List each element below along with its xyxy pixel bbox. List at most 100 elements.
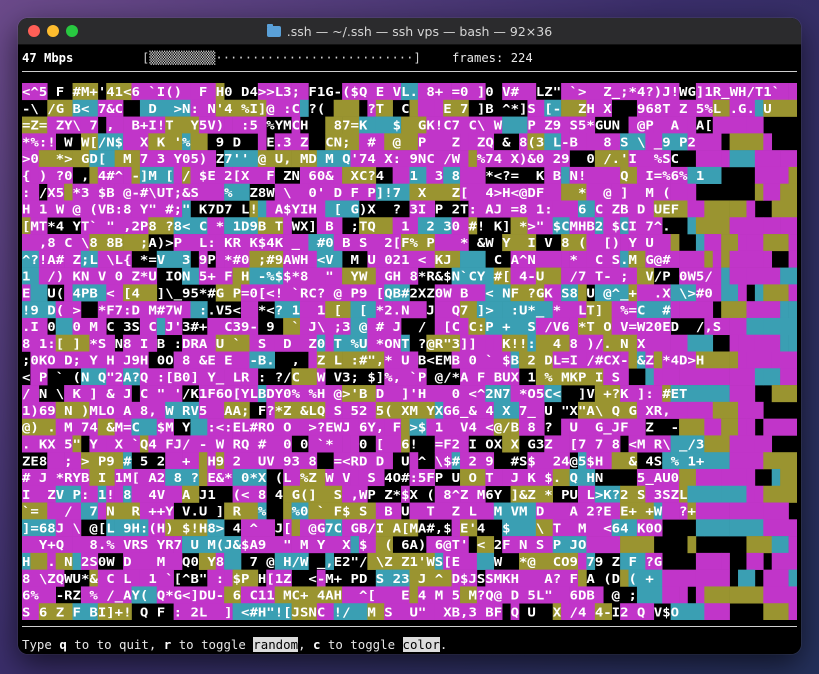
matrix-cell-bg bbox=[746, 317, 764, 336]
matrix-cell-bg bbox=[687, 485, 722, 503]
random-text: to toggle bbox=[171, 636, 254, 652]
matrix-row: ^?!A# Z;L \L{ *=V 3 9P *#0 ;#9AWH <V M U… bbox=[22, 253, 672, 267]
matrix-cell-bg bbox=[771, 552, 797, 570]
matrix-cell-bg bbox=[695, 234, 705, 252]
matrix-row: { ) ?0 , 4#^ -]M [ / $E 2[X F ZN 60& XC?… bbox=[22, 169, 704, 183]
matrix-row: 1 /) KN V 0 Z*U ION 5+ F H -%$$*8 " YW G… bbox=[22, 270, 713, 284]
matrix-cell-bg bbox=[729, 502, 764, 520]
matrix-cell-bg bbox=[738, 284, 747, 302]
matrix-cell-bg bbox=[729, 250, 764, 268]
matrix-cell-bg bbox=[721, 485, 747, 503]
matrix-cell-bg bbox=[763, 502, 789, 520]
matrix-cell-bg bbox=[746, 552, 764, 570]
help-mid: , bbox=[298, 636, 313, 652]
matrix-row: < P ` (N Q"2A?Q :[B0] Y_ LR : ?/C W V3; … bbox=[22, 370, 620, 385]
matrix-cell-bg bbox=[754, 183, 764, 201]
matrix-cell-bg bbox=[729, 150, 756, 168]
matrix-row: <^5 F #M+'41<6 `I() F H0 D4>>L3; F1G-($Q… bbox=[22, 85, 780, 100]
matrix-cell-bg bbox=[788, 334, 797, 352]
color-key: c bbox=[312, 636, 321, 652]
help-prefix: Type bbox=[22, 636, 60, 652]
matrix-cell-bg bbox=[704, 586, 730, 604]
matrix-cell-bg bbox=[738, 234, 747, 252]
matrix-cell-bg bbox=[746, 351, 773, 369]
matrix-cell-bg bbox=[729, 351, 739, 369]
matrix-cell-bg bbox=[721, 552, 730, 570]
matrix-cell-bg bbox=[687, 200, 705, 218]
matrix-cell-bg bbox=[763, 418, 797, 436]
matrix-cell-bg bbox=[763, 183, 781, 201]
matrix-cell-bg bbox=[780, 334, 789, 352]
matrix-cell-bg bbox=[771, 536, 789, 554]
matrix-cell-bg bbox=[712, 401, 739, 419]
matrix-cell-bg bbox=[687, 334, 714, 352]
matrix-cell-bg bbox=[788, 569, 797, 587]
matrix-cell-bg bbox=[721, 284, 739, 302]
matrix-cell-bg bbox=[754, 284, 764, 302]
matrix-row: 6% -RZ % /_AY( Q*G<]DU- 6 C11 MC+ 4AH ^[… bbox=[22, 589, 637, 604]
character-matrix: <^5 F #M+'41<6 `I() F H0 D4>>L3; F1G-($Q… bbox=[22, 83, 797, 620]
matrix-row: # J *RYB I 1M[ A2 8 ? E&* 0*X (L %Z W V … bbox=[22, 471, 679, 486]
matrix-cell-bg bbox=[780, 468, 797, 487]
matrix-cell-bg bbox=[788, 166, 797, 184]
matrix-cell-bg bbox=[687, 536, 697, 554]
matrix-row: ]=68J \ @[L 9H:(H) $!H8> 4 ^ J[ @G7C GB/… bbox=[22, 521, 662, 535]
matrix-cell-bg bbox=[704, 250, 714, 268]
matrix-row: -\ /G B< 7&C D >N: N'4 %I]@ :C ?( ?T C E… bbox=[22, 102, 772, 116]
matrix-cell-bg bbox=[746, 485, 756, 503]
matrix-cell-bg bbox=[788, 250, 797, 268]
matrix-cell-bg bbox=[780, 368, 797, 386]
matrix-row: ,8 C \8 8B ;A)>P L: KR K$4K _ #0 B S 2[F… bbox=[22, 236, 654, 251]
matrix-cell-bg bbox=[704, 519, 730, 537]
matrix-row: H . N 2S0W D M Q0 Y8 7 @ H/W _,E2"/ \Z Z… bbox=[22, 555, 662, 570]
matrix-cell-bg bbox=[695, 468, 722, 487]
top-divider bbox=[22, 71, 797, 72]
matrix-cell-bg bbox=[763, 317, 797, 336]
matrix-cell-bg bbox=[729, 217, 764, 235]
matrix-cell-bg bbox=[729, 317, 747, 336]
terminal-window: .ssh — ~/.ssh — ssh vps — bash — 92×36 4… bbox=[18, 18, 801, 654]
matrix-row: *%:! W W[/N$ X K '% 9 D E.3 Z CN; # @ P … bbox=[22, 135, 696, 150]
matrix-cell-bg bbox=[788, 83, 797, 101]
matrix-cell-bg bbox=[746, 569, 756, 587]
matrix-row: @) . M 74 &M=C $M Y :<:EL#RO O >?EWJ 6Y,… bbox=[22, 421, 679, 436]
matrix-cell-bg bbox=[670, 183, 688, 201]
matrix-cell-bg bbox=[754, 435, 773, 453]
progress-bar: [▒▒▒▒▒▒▒▒▒···························] bbox=[142, 51, 421, 65]
matrix-cell-bg bbox=[788, 234, 797, 252]
matrix-cell-bg bbox=[687, 401, 714, 419]
matrix-cell-bg bbox=[695, 519, 705, 537]
matrix-cell-bg bbox=[679, 368, 705, 386]
matrix-cell-bg bbox=[754, 166, 789, 184]
matrix-row: S 6 Z F BI]+! Q F : 2L ] <#H"![JSNC !/ M… bbox=[22, 605, 679, 619]
matrix-cell-bg bbox=[721, 234, 739, 252]
matrix-row: =Z= ZY\ 7 , B+I!T Y5V) :5 %YMCH 87=K $ G… bbox=[22, 119, 713, 133]
matrix-cell-bg bbox=[746, 418, 756, 436]
status-bar: 47 Mbps [▒▒▒▒▒▒▒▒▒······················… bbox=[22, 49, 797, 67]
matrix-cell-bg bbox=[704, 200, 730, 218]
title-bar[interactable]: .ssh — ~/.ssh — ssh vps — bash — 92×36 bbox=[18, 18, 801, 45]
matrix-cell-bg bbox=[721, 301, 747, 319]
matrix-cell-bg bbox=[788, 536, 797, 554]
matrix-row: H 1 W @ (VB:8 Y" #;" K7D7 L! A$YIH [ G)X… bbox=[22, 203, 679, 217]
matrix-cell-bg bbox=[729, 334, 739, 352]
matrix-cell-bg bbox=[763, 284, 789, 302]
matrix-cell-bg bbox=[712, 116, 747, 134]
matrix-cell-bg bbox=[729, 519, 747, 537]
matrix-cell-bg bbox=[754, 485, 764, 503]
terminal-content[interactable]: 47 Mbps [▒▒▒▒▒▒▒▒▒······················… bbox=[18, 45, 801, 654]
window-title-area: .ssh — ~/.ssh — ssh vps — bash — 92×36 bbox=[18, 18, 801, 44]
matrix-row: !9 D( > *F7:D M#7W :.V5< *<? 1 1 [ [ *2.… bbox=[22, 303, 672, 318]
matrix-cell-bg bbox=[771, 385, 797, 403]
bandwidth-rate: 47 Mbps bbox=[22, 51, 74, 65]
matrix-cell-bg bbox=[721, 418, 739, 436]
matrix-cell-bg bbox=[754, 368, 764, 386]
matrix-cell-bg bbox=[788, 284, 797, 302]
matrix-row: 8 1:[ ] *S N8 I B :DRA U ` S D Z0 T %U *… bbox=[22, 337, 646, 351]
matrix-cell-bg bbox=[712, 267, 722, 285]
matrix-cell-bg bbox=[704, 368, 730, 386]
matrix-row: I ZV P: 1! 8 4V A J1 (< 8 4 G(] S ,WP Z*… bbox=[22, 488, 687, 502]
matrix-cell-bg bbox=[763, 217, 781, 235]
frame-counter: frames: 224 bbox=[452, 51, 533, 65]
matrix-row: [MT*4 YT` " ,2P8 ?8< C * 1D9B T WX] B ;T… bbox=[22, 219, 671, 233]
